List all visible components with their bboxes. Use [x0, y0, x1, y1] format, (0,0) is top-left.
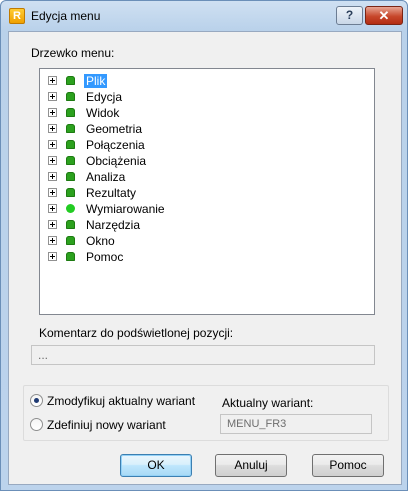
tree-item-okno[interactable]: Okno — [40, 233, 340, 249]
pin-icon — [66, 220, 75, 229]
help-button[interactable]: Pomoc — [312, 454, 384, 477]
new-variant-radio[interactable] — [30, 418, 43, 431]
pin-icon — [66, 108, 75, 117]
tree-item-label: Obciążenia — [86, 154, 147, 168]
current-variant-label: Aktualny wariant: — [222, 396, 314, 410]
tree-item-label: Geometria — [86, 122, 143, 136]
tree-item-label: Narzędzia — [86, 218, 141, 232]
tree-item-label: Okno — [86, 234, 115, 248]
expand-icon[interactable] — [48, 220, 57, 229]
tree-item-label: Edycja — [86, 90, 123, 104]
app-logo-icon: R — [9, 8, 25, 24]
pin-icon — [66, 188, 75, 197]
menu-tree[interactable]: Plik Edycja Widok Geometria Połączenia O… — [39, 68, 375, 315]
tree-item-wymiarowanie[interactable]: Wymiarowanie — [40, 201, 340, 217]
cancel-button[interactable]: Anuluj — [215, 454, 287, 477]
expand-icon[interactable] — [48, 92, 57, 101]
pin-icon — [66, 236, 75, 245]
pin-icon — [66, 92, 75, 101]
ok-button[interactable]: OK — [120, 454, 192, 477]
expand-icon[interactable] — [48, 252, 57, 261]
pin-icon — [66, 156, 75, 165]
expand-icon[interactable] — [48, 172, 57, 181]
tree-item-obciazenia[interactable]: Obciążenia — [40, 153, 340, 169]
tree-item-edycja[interactable]: Edycja — [40, 89, 340, 105]
expand-icon[interactable] — [48, 156, 57, 165]
tree-item-plik[interactable]: Plik — [40, 73, 340, 89]
menu-tree-label: Drzewko menu: — [31, 46, 115, 60]
pin-icon — [66, 252, 75, 261]
tree-item-label: Rezultaty — [86, 186, 137, 200]
tree-item-polaczenia[interactable]: Połączenia — [40, 137, 340, 153]
modify-variant-radio[interactable] — [30, 394, 43, 407]
tree-item-widok[interactable]: Widok — [40, 105, 340, 121]
comment-field: ... — [31, 345, 375, 365]
expand-icon[interactable] — [48, 236, 57, 245]
tree-item-label: Wymiarowanie — [86, 202, 165, 216]
tree-item-label: Widok — [86, 106, 120, 120]
new-variant-label[interactable]: Zdefiniuj nowy wariant — [47, 418, 166, 432]
help-title-button[interactable]: ? — [336, 6, 363, 25]
tree-item-label: Plik — [84, 74, 108, 88]
edit-menu-dialog: R Edycja menu ? ✕ Drzewko menu: Plik Edy… — [0, 0, 408, 491]
window-title: Edycja menu — [31, 9, 101, 23]
circle-icon — [66, 204, 75, 213]
expand-icon[interactable] — [48, 108, 57, 117]
tree-item-narzedzia[interactable]: Narzędzia — [40, 217, 340, 233]
comment-label: Komentarz do podświetlonej pozycji: — [39, 326, 234, 340]
tree-item-geometria[interactable]: Geometria — [40, 121, 340, 137]
tree-item-label: Analiza — [86, 170, 126, 184]
title-bar[interactable]: R Edycja menu ? ✕ — [1, 1, 407, 31]
tree-item-rezultaty[interactable]: Rezultaty — [40, 185, 340, 201]
tree-item-pomoc[interactable]: Pomoc — [40, 249, 340, 265]
close-button[interactable]: ✕ — [365, 6, 403, 25]
pin-icon — [66, 172, 75, 181]
dialog-client-area: Drzewko menu: Plik Edycja Widok Geometri… — [8, 31, 402, 485]
tree-item-analiza[interactable]: Analiza — [40, 169, 340, 185]
expand-icon[interactable] — [48, 140, 57, 149]
expand-icon[interactable] — [48, 76, 57, 85]
pin-icon — [66, 124, 75, 133]
tree-item-label: Połączenia — [86, 138, 145, 152]
current-variant-field: MENU_FR3 — [220, 414, 372, 434]
expand-icon[interactable] — [48, 204, 57, 213]
modify-variant-label[interactable]: Zmodyfikuj aktualny wariant — [47, 394, 195, 408]
expand-icon[interactable] — [48, 124, 57, 133]
pin-icon — [66, 140, 75, 149]
expand-icon[interactable] — [48, 188, 57, 197]
pin-icon — [66, 76, 75, 85]
tree-item-label: Pomoc — [86, 250, 124, 264]
